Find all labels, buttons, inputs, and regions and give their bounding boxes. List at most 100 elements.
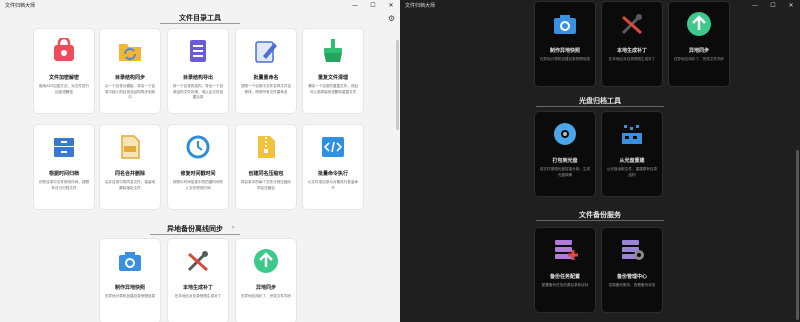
card-title: 批量重命名 [253, 75, 279, 81]
card-description: 在本地比对目录快照生成补丁 [174, 294, 222, 298]
section-divider [536, 220, 664, 221]
card-description: 在本地比对目录快照生成补丁 [608, 57, 656, 61]
arrow-up-icon [252, 247, 280, 275]
gear-icon[interactable]: ⚙ [387, 14, 396, 23]
card-title: 制作异地快照 [114, 285, 145, 291]
tool-card[interactable]: 批量重命名按照一个目录中文件名称文件名修改，修改所有文件重命名 [236, 29, 296, 113]
section-backup-service-title: 文件备份服务 [579, 211, 621, 219]
window-controls: — ☐ ✕ [750, 0, 796, 12]
card-description: 控制备份服务，查看备份状态 [608, 283, 656, 287]
card-description: 识别目录中文件修改时间，按照年月日归档文件 [38, 180, 90, 190]
tool-card[interactable]: 异地同步在异地应用补丁，完成文件同步 [669, 2, 729, 86]
card-title: 同名合并删除 [114, 171, 145, 177]
card-description: 在异地计算机创建目录快照信息 [539, 57, 591, 61]
camera-icon [551, 10, 579, 38]
window-title: 文件归档大师 [5, 3, 36, 9]
tool-card[interactable]: 异地同步在异地应用补丁，完成文件同步 [236, 239, 296, 322]
pencil-doc-icon [252, 37, 280, 65]
card-description: 在异地应用补丁，完成文件同步 [240, 294, 292, 298]
tool-card[interactable]: 制作异地快照在异地计算机创建目录快照信息 [100, 239, 160, 322]
card-title: 本地生成补丁 [616, 48, 647, 54]
card-description: 从光盘读取文件，重建原有目录结构 [606, 167, 658, 177]
maximize-button[interactable]: ☐ [768, 0, 778, 12]
disc-icon [551, 120, 579, 148]
clock-icon [184, 133, 212, 161]
tool-card[interactable]: 本地生成补丁在本地比对目录快照生成补丁 [602, 2, 662, 86]
card-description: 在异地应用补丁，完成文件同步 [673, 57, 725, 61]
card-title: 重复文件清理 [317, 75, 348, 81]
close-button[interactable]: ✕ [786, 0, 796, 12]
tool-card[interactable]: 重复文件清理 清除一个目录的重复文件，然后可以选择保存或删除重复文件 [303, 29, 363, 113]
card-description: 将目录中的每个文件分别压缩为同名压缩包 [240, 180, 292, 190]
card-description: 配置备份任务的源目录和目标 [541, 283, 589, 287]
window-controls: — ☐ ✕ [350, 0, 396, 12]
section-divider [150, 234, 240, 235]
tool-card[interactable]: 打包到光盘将文件按照光盘容量分卷，生成光盘映像 [535, 112, 595, 196]
card-title: 制作异地快照 [549, 48, 580, 54]
camera-icon [116, 247, 144, 275]
card-description: 合并目录中的同名文件，保留或删除指定文件 [104, 180, 156, 190]
card-title: 异地同步 [255, 285, 276, 291]
tool-card[interactable]: 本地生成补丁 在本地比对目录快照生成补丁 [168, 239, 228, 322]
card-description: 将照片时间信息中的拍摄时间写入文件修改时间 [172, 180, 224, 190]
tools-icon [618, 10, 646, 38]
close-button[interactable]: ✕ [386, 0, 396, 12]
scrollbar[interactable] [396, 40, 399, 130]
tool-card[interactable]: 制作异地快照在异地计算机创建目录快照信息 [535, 2, 595, 86]
card-description: 以文件或目录为对象执行批量命令 [307, 180, 359, 190]
jpg-file-icon [116, 133, 144, 161]
tool-card[interactable]: 文件加密解密使用AES加密方法，对文件进行加密或解密 [34, 29, 94, 113]
card-title: 备份管理中心 [616, 274, 647, 280]
tool-card[interactable]: 修复时间戳时间将照片时间信息中的拍摄时间写入文件修改时间 [168, 125, 228, 209]
sync-folder-icon [116, 37, 144, 65]
card-description: 以一个目录为模板，将另一个目录中缺少的目录及结构同步到其中 [104, 84, 156, 100]
backup-center-icon [618, 236, 646, 264]
title-bar: 文件归档大师 — ☐ ✕ [0, 0, 400, 12]
light-window: 文件归档大师 — ☐ ✕ ⚙ 文件目录工具 文件加密解密使用AES加密方法，对文… [0, 0, 400, 322]
card-title: 创建同名压缩包 [248, 171, 284, 177]
tools-icon [184, 247, 212, 275]
card-title: 文件加密解密 [48, 75, 79, 81]
minimize-button[interactable]: — [350, 0, 360, 12]
tool-card[interactable]: 同名合并删除合并目录中的同名文件，保留或删除指定文件 [100, 125, 160, 209]
section-file-tools-title: 文件目录工具 [179, 14, 221, 22]
window-title: 文件归档大师 [405, 3, 436, 9]
tool-card[interactable]: 从光盘重建从光盘读取文件，重建原有目录结构 [602, 112, 662, 196]
tool-card[interactable]: 批量命令执行以文件或目录为对象执行批量命令 [303, 125, 363, 209]
zip-icon [252, 133, 280, 161]
card-description: 按照一个目录中文件名称文件名修改，修改所有文件重命名 [240, 84, 292, 94]
list-doc-icon [184, 37, 212, 65]
minimize-button[interactable]: — [750, 0, 760, 12]
card-description: 将文件按照光盘容量分卷，生成光盘映像 [539, 167, 591, 177]
card-title: 备份任务配置 [549, 274, 580, 280]
card-title: 修复时间戳时间 [180, 171, 216, 177]
arrow-up-icon [685, 10, 713, 38]
card-title: 目录结构导出 [182, 75, 213, 81]
lock-bag-icon [50, 37, 78, 65]
tool-card[interactable]: 目录结构同步以一个目录为模板，将另一个目录中缺少的目录及结构同步到其中 [100, 29, 160, 113]
cabinet-icon [50, 133, 78, 161]
rebuild-icon [618, 120, 646, 148]
tool-card[interactable]: 目录结构导出将一个目录的结构，导出一个目录结构文件存储，或以此文件创建目录 [168, 29, 228, 113]
title-bar: 文件归档大师 — ☐ ✕ [400, 0, 800, 12]
chevron-right-icon[interactable]: › [232, 224, 234, 231]
section-divider [160, 23, 240, 24]
card-title: 异地同步 [688, 48, 709, 54]
section-divider [536, 106, 664, 107]
section-disk-tools-title: 光盘归档工具 [579, 97, 621, 105]
tool-card[interactable]: 备份管理中心控制备份服务，查看备份状态 [602, 228, 662, 312]
card-description: 将一个目录的结构，导出一个目录结构文件存储，或以此文件创建目录 [172, 84, 224, 100]
tool-card[interactable]: 创建同名压缩包将目录中的每个文件分别压缩为同名压缩包 [236, 125, 296, 209]
scrollbar[interactable] [796, 150, 799, 320]
card-title: 根据时间归档 [48, 171, 79, 177]
card-title: 从光盘重建 [619, 158, 645, 164]
maximize-button[interactable]: ☐ [368, 0, 378, 12]
tool-card[interactable]: 备份任务配置配置备份任务的源目录和目标 [535, 228, 595, 312]
card-title: 批量命令执行 [317, 171, 348, 177]
card-title: 目录结构同步 [114, 75, 145, 81]
dark-window: 文件归档大师 — ☐ ✕ 制作异地快照 在异地计算机创建目录快照信息 本地生成补丁在… [400, 0, 800, 322]
card-title: 打包到光盘 [552, 158, 578, 164]
card-description: 在异地计算机创建目录快照信息 [104, 294, 156, 298]
card-description: 使用AES加密方法，对文件进行加密或解密 [38, 84, 90, 94]
tool-card[interactable]: 根据时间归档识别目录中文件修改时间，按照年月日归档文件 [34, 125, 94, 209]
